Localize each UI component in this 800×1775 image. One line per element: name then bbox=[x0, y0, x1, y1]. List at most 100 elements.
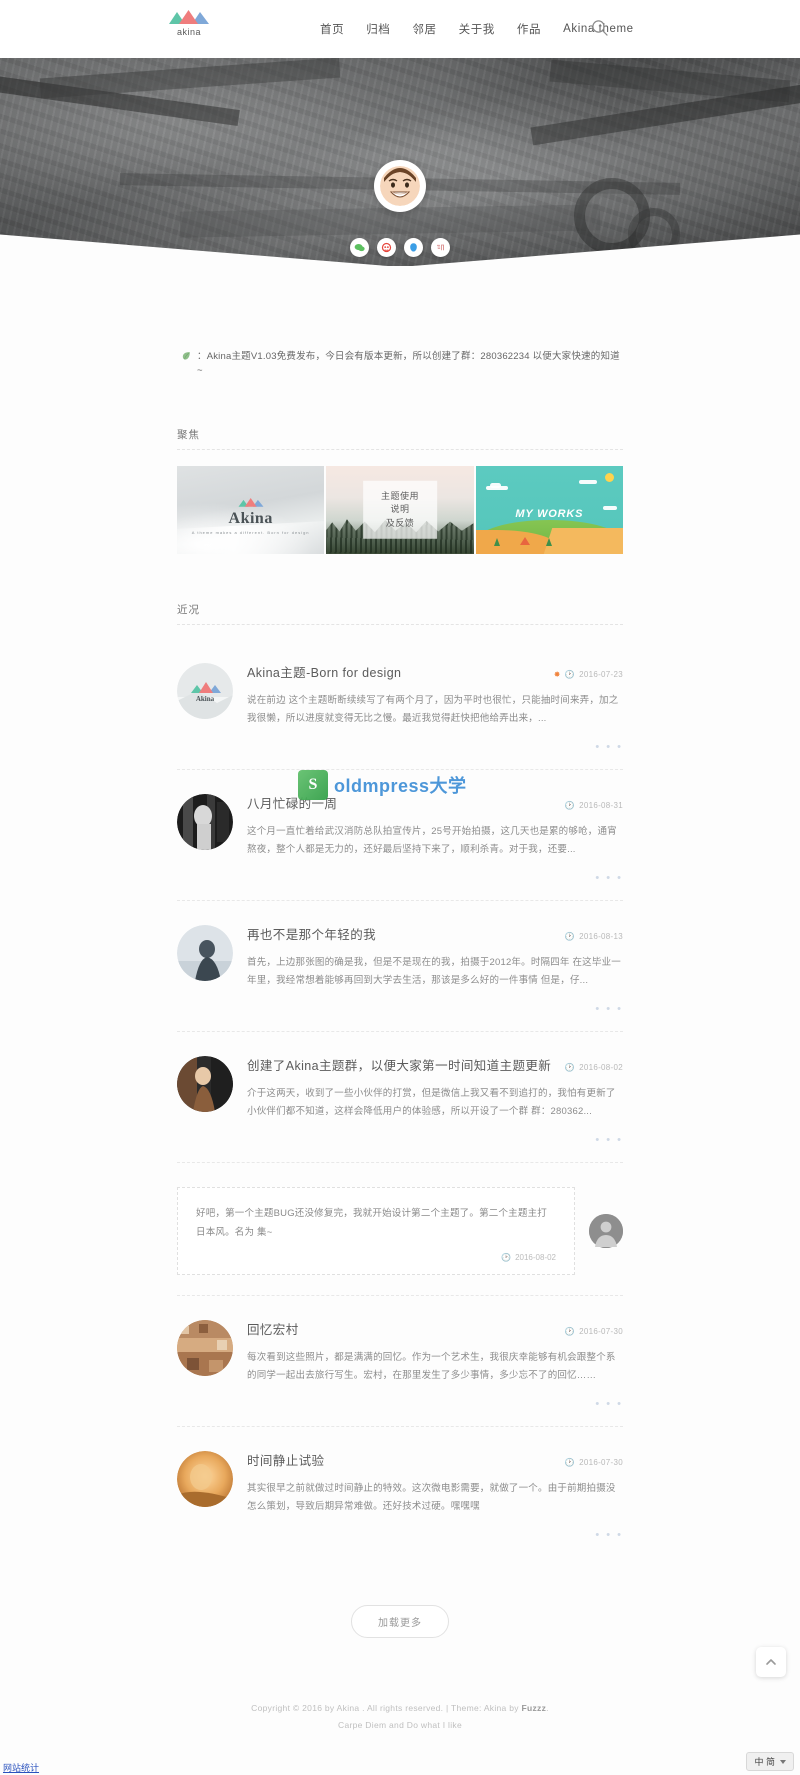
post-meta: ✸ 🕑 2016-07-23 bbox=[554, 670, 623, 679]
post-item[interactable]: Akina Akina主题-Born for design ✸ 🕑 2016-0… bbox=[177, 639, 623, 770]
post-date: 2016-08-13 bbox=[579, 931, 623, 941]
post-thumbnail[interactable] bbox=[177, 1319, 233, 1376]
svg-text:Akina: Akina bbox=[196, 695, 215, 703]
leaf-icon bbox=[181, 351, 191, 366]
tree-icon bbox=[493, 537, 500, 546]
main-navigation: 首页 归档 邻居 关于我 作品 Akina theme bbox=[320, 0, 634, 58]
focus-section-heading: 聚焦 bbox=[177, 427, 623, 450]
site-notice-text: ：Akina主题V1.03免费发布，今日会有版本更新，所以创建了群：280362… bbox=[197, 351, 620, 377]
post-item[interactable]: 再也不是那个年轻的我 🕑 2016-08-13 首先，上边那张图的确是我，但是不… bbox=[177, 901, 623, 1032]
site-logo[interactable]: akina bbox=[168, 10, 210, 37]
wechat-icon[interactable] bbox=[350, 238, 369, 257]
footer-author-link[interactable]: Fuzzz bbox=[522, 1703, 547, 1713]
post-title[interactable]: 回忆宏村 bbox=[247, 1319, 299, 1338]
post-date: 2016-07-23 bbox=[579, 669, 623, 679]
page-content: ：Akina主题V1.03免费发布，今日会有版本更新，所以创建了群：280362… bbox=[0, 350, 800, 1775]
post-more-button[interactable]: • • • bbox=[247, 1529, 623, 1541]
social-links bbox=[350, 238, 450, 257]
post-more-button[interactable]: • • • bbox=[247, 1003, 623, 1015]
post-meta: 🕑 2016-07-30 bbox=[565, 1327, 623, 1336]
focus-card-theme-guide[interactable]: 主题使用说明 及反馈 bbox=[326, 465, 474, 554]
post-meta: 🕑 2016-08-02 bbox=[565, 1063, 623, 1072]
weibo-icon[interactable] bbox=[377, 238, 396, 257]
quote-text: 好吧，第一个主题BUG还没修复完，我就开始设计第二个主题了。第二个主题主打日本风… bbox=[196, 1207, 547, 1239]
logo-wordmark: akina bbox=[176, 27, 201, 37]
focus-card-my-works[interactable]: MY WORKS bbox=[475, 465, 623, 554]
post-thumbnail[interactable] bbox=[177, 793, 233, 850]
post-date: 2016-07-30 bbox=[579, 1457, 623, 1467]
post-item[interactable]: 时间静止试验 🕑 2016-07-30 其实很早之前就做过时间静止的特效。这次微… bbox=[177, 1427, 623, 1557]
tree-icon bbox=[545, 537, 552, 546]
focus-card-grid: Akina A theme makes a different. Born fo… bbox=[177, 465, 623, 554]
post-thumbnail[interactable] bbox=[177, 1450, 233, 1507]
akina-mountain-icon bbox=[169, 10, 209, 24]
search-icon[interactable] bbox=[591, 19, 609, 37]
post-more-button[interactable]: • • • bbox=[247, 741, 623, 753]
post-thumbnail[interactable] bbox=[177, 1055, 233, 1112]
zhihu-icon[interactable] bbox=[431, 238, 450, 257]
nav-item-works[interactable]: 作品 bbox=[517, 21, 541, 37]
post-thumbnail[interactable]: Akina bbox=[177, 662, 233, 719]
clock-icon: 🕑 bbox=[564, 1062, 576, 1072]
post-item[interactable]: 回忆宏村 🕑 2016-07-30 每次看到这些照片，都是满满的回忆。作为一个艺… bbox=[177, 1296, 623, 1427]
chevron-up-icon bbox=[766, 1659, 776, 1666]
post-date: 2016-07-30 bbox=[579, 1326, 623, 1336]
post-excerpt: 说在前边 这个主题断断续续写了有两个月了，因为平时也很忙，只能抽时间来弄，加之我… bbox=[247, 694, 619, 725]
quote-meta: 🕑 2016-08-02 bbox=[196, 1253, 556, 1262]
post-list: Akina Akina主题-Born for design ✸ 🕑 2016-0… bbox=[177, 639, 623, 1557]
post-excerpt: 每次看到这些照片，都是满满的回忆。作为一个艺术生，我很庆幸能够有机会跟整个系的同… bbox=[247, 1351, 616, 1382]
post-excerpt: 其实很早之前就做过时间静止的特效。这次微电影需要，就做了一个。由于前期拍摄没怎么… bbox=[247, 1482, 616, 1513]
hot-icon: ✸ bbox=[553, 669, 561, 679]
post-meta: 🕑 2016-07-30 bbox=[565, 1458, 623, 1467]
focus-card-akina-theme[interactable]: Akina A theme makes a different. Born fo… bbox=[177, 465, 325, 554]
focus-card-1-title: Akina bbox=[228, 509, 273, 527]
quote-box: 好吧，第一个主题BUG还没修复完，我就开始设计第二个主题了。第二个主题主打日本风… bbox=[177, 1186, 575, 1275]
post-meta: 🕑 2016-08-31 bbox=[565, 801, 623, 810]
nav-item-home[interactable]: 首页 bbox=[320, 21, 344, 37]
load-more-button[interactable]: 加载更多 bbox=[351, 1604, 449, 1638]
load-more-wrapper: 加载更多 bbox=[177, 1604, 623, 1638]
post-title[interactable]: 再也不是那个年轻的我 bbox=[247, 924, 376, 943]
post-title[interactable]: 时间静止试验 bbox=[247, 1450, 324, 1469]
post-item[interactable]: 创建了Akina主题群，以便大家第一时间知道主题更新 🕑 2016-08-02 … bbox=[177, 1032, 623, 1163]
post-meta: 🕑 2016-08-13 bbox=[565, 932, 623, 941]
post-more-button[interactable]: • • • bbox=[247, 872, 623, 884]
site-notice: ：Akina主题V1.03免费发布，今日会有版本更新，所以创建了群：280362… bbox=[177, 350, 623, 379]
footer-copyright-text: Copyright © 2016 by Akina . All rights r… bbox=[251, 1702, 522, 1713]
clock-icon: 🕑 bbox=[564, 669, 576, 679]
site-footer: Copyright © 2016 by Akina . All rights r… bbox=[0, 1678, 800, 1775]
quote-post-item[interactable]: 好吧，第一个主题BUG还没修复完，我就开始设计第二个主题了。第二个主题主打日本风… bbox=[177, 1163, 623, 1296]
quote-avatar[interactable] bbox=[589, 1213, 623, 1248]
post-title[interactable]: 创建了Akina主题群，以便大家第一时间知道主题更新 bbox=[247, 1055, 551, 1074]
tent-icon bbox=[519, 536, 530, 545]
clock-icon: 🕑 bbox=[564, 1326, 576, 1336]
clock-icon: 🕑 bbox=[564, 1457, 576, 1467]
footer-copyright: Copyright © 2016 by Akina . All rights r… bbox=[0, 1700, 800, 1718]
chevron-down-icon bbox=[780, 1759, 786, 1764]
focus-card-2-label: 主题使用说明 及反馈 bbox=[363, 480, 437, 539]
ime-mode-label: 中 简 bbox=[754, 1757, 775, 1768]
sun-icon bbox=[604, 472, 614, 482]
post-title[interactable]: 八月忙碌的一周 bbox=[247, 793, 337, 812]
avatar[interactable] bbox=[374, 160, 426, 212]
post-thumbnail[interactable] bbox=[177, 924, 233, 981]
back-to-top-button[interactable] bbox=[756, 1647, 786, 1678]
qq-icon[interactable] bbox=[404, 238, 423, 257]
ime-indicator[interactable]: 中 简 bbox=[746, 1752, 794, 1772]
nav-item-neighbors[interactable]: 邻居 bbox=[412, 21, 436, 37]
quote-date: 2016-08-02 bbox=[515, 1252, 556, 1262]
nav-item-about[interactable]: 关于我 bbox=[459, 21, 495, 37]
akina-mountain-icon-card bbox=[238, 497, 264, 507]
nav-item-archive[interactable]: 归档 bbox=[366, 21, 390, 37]
site-stats-link[interactable]: 网站统计 bbox=[0, 1760, 43, 1775]
post-date: 2016-08-02 bbox=[579, 1062, 623, 1072]
hero-banner bbox=[0, 58, 800, 266]
post-excerpt: 首先，上边那张图的确是我，但是不是现在的我，拍摄于2012年。时隔四年 在这毕业… bbox=[247, 956, 621, 987]
post-more-button[interactable]: • • • bbox=[247, 1134, 623, 1146]
post-item[interactable]: 八月忙碌的一周 🕑 2016-08-31 这个月一直忙着给武汉消防总队拍宣传片，… bbox=[177, 770, 623, 901]
recent-section-heading: 近况 bbox=[177, 602, 623, 625]
post-title[interactable]: Akina主题-Born for design bbox=[247, 662, 401, 681]
footer-copyright-suffix: . bbox=[546, 1702, 549, 1713]
focus-card-3-label: MY WORKS bbox=[515, 507, 584, 520]
post-more-button[interactable]: • • • bbox=[247, 1398, 623, 1410]
